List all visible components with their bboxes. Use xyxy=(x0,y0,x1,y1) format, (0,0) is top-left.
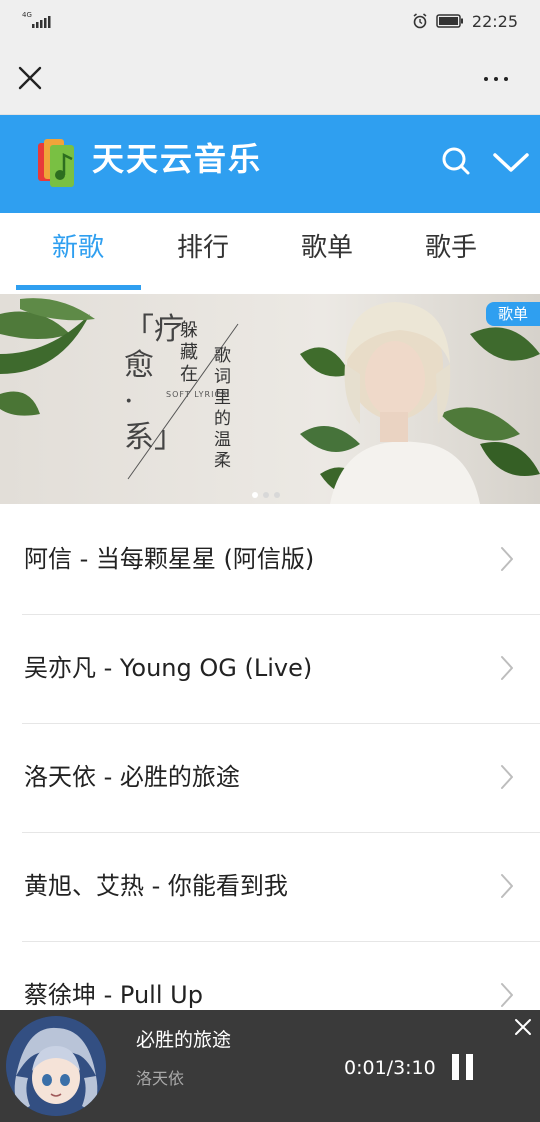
song-title: 蔡徐坤 - Pull Up xyxy=(24,981,203,1009)
more-button[interactable] xyxy=(484,74,514,84)
mini-player: 必胜的旅途 洛天依 0:01/3:10 xyxy=(0,1010,540,1122)
carousel-dot[interactable] xyxy=(263,492,269,498)
now-playing-title: 必胜的旅途 xyxy=(136,1029,232,1051)
app-header: 天天云音乐 xyxy=(0,115,540,213)
signal-icon: 4G xyxy=(22,12,52,30)
close-player-button[interactable] xyxy=(512,1016,534,1038)
tab-artists[interactable]: 歌手 xyxy=(389,213,513,291)
song-title: 洛天依 - 必胜的旅途 xyxy=(24,763,240,791)
pause-icon xyxy=(452,1054,459,1080)
song-row[interactable]: 阿信 - 当每颗星星 (阿信版) xyxy=(0,506,540,615)
category-tabs: 新歌 排行 歌单 歌手 xyxy=(0,213,540,291)
network-type: 4G xyxy=(22,11,32,19)
now-playing-artist: 洛天依 xyxy=(136,1069,185,1088)
album-cover[interactable] xyxy=(6,1016,106,1116)
chevron-right-icon xyxy=(501,874,513,898)
chevron-down-icon xyxy=(493,153,529,172)
close-button[interactable] xyxy=(16,64,44,92)
battery-icon xyxy=(436,14,463,28)
song-title: 吴亦凡 - Young OG (Live) xyxy=(24,654,313,682)
status-bar: 4G 22:25 xyxy=(0,0,540,44)
banner-tag: 歌单 xyxy=(486,302,540,326)
pause-button[interactable] xyxy=(452,1054,474,1080)
carousel-dots xyxy=(252,492,280,498)
chevron-right-icon xyxy=(501,765,513,789)
banner-image xyxy=(0,294,540,504)
close-icon xyxy=(18,66,42,90)
carousel-dot[interactable] xyxy=(252,492,258,498)
song-title: 黄旭、艾热 - 你能看到我 xyxy=(24,872,288,900)
active-tab-indicator xyxy=(16,285,141,290)
chevron-right-icon xyxy=(501,656,513,680)
tab-new-songs[interactable]: 新歌 xyxy=(16,213,140,291)
song-title: 阿信 - 当每颗星星 (阿信版) xyxy=(24,545,315,573)
top-nav xyxy=(0,44,540,115)
song-row[interactable]: 洛天依 - 必胜的旅途 xyxy=(0,724,540,833)
carousel-dot[interactable] xyxy=(274,492,280,498)
expand-button[interactable] xyxy=(492,151,530,175)
more-icon xyxy=(484,77,488,81)
search-icon xyxy=(442,147,470,175)
tab-charts[interactable]: 排行 xyxy=(141,213,265,291)
banner-lyric: 歌词里的温柔 xyxy=(214,346,231,471)
alarm-icon xyxy=(413,13,427,29)
song-list: 阿信 - 当每颗星星 (阿信版) 吴亦凡 - Young OG (Live) 洛天依… xyxy=(0,506,540,1051)
close-icon xyxy=(515,1019,531,1035)
playlist-banner[interactable]: 歌单 「疗愈·系」 躲藏在 SOFT LYRICS 歌词里的温柔 xyxy=(0,294,540,504)
banner-heading: 「疗愈·系」 xyxy=(124,312,184,455)
app-title: 天天云音乐 xyxy=(92,140,263,178)
playback-time: 0:01/3:10 xyxy=(344,1057,436,1079)
app-logo xyxy=(38,139,74,187)
chevron-right-icon xyxy=(501,547,513,571)
song-row[interactable]: 黄旭、艾热 - 你能看到我 xyxy=(0,833,540,942)
tab-playlists[interactable]: 歌单 xyxy=(265,213,389,291)
song-row[interactable]: 吴亦凡 - Young OG (Live) xyxy=(0,615,540,724)
clock: 22:25 xyxy=(471,11,518,31)
search-button[interactable] xyxy=(440,145,472,177)
banner-subheading: 躲藏在 xyxy=(180,320,198,385)
chevron-right-icon xyxy=(501,983,513,1007)
